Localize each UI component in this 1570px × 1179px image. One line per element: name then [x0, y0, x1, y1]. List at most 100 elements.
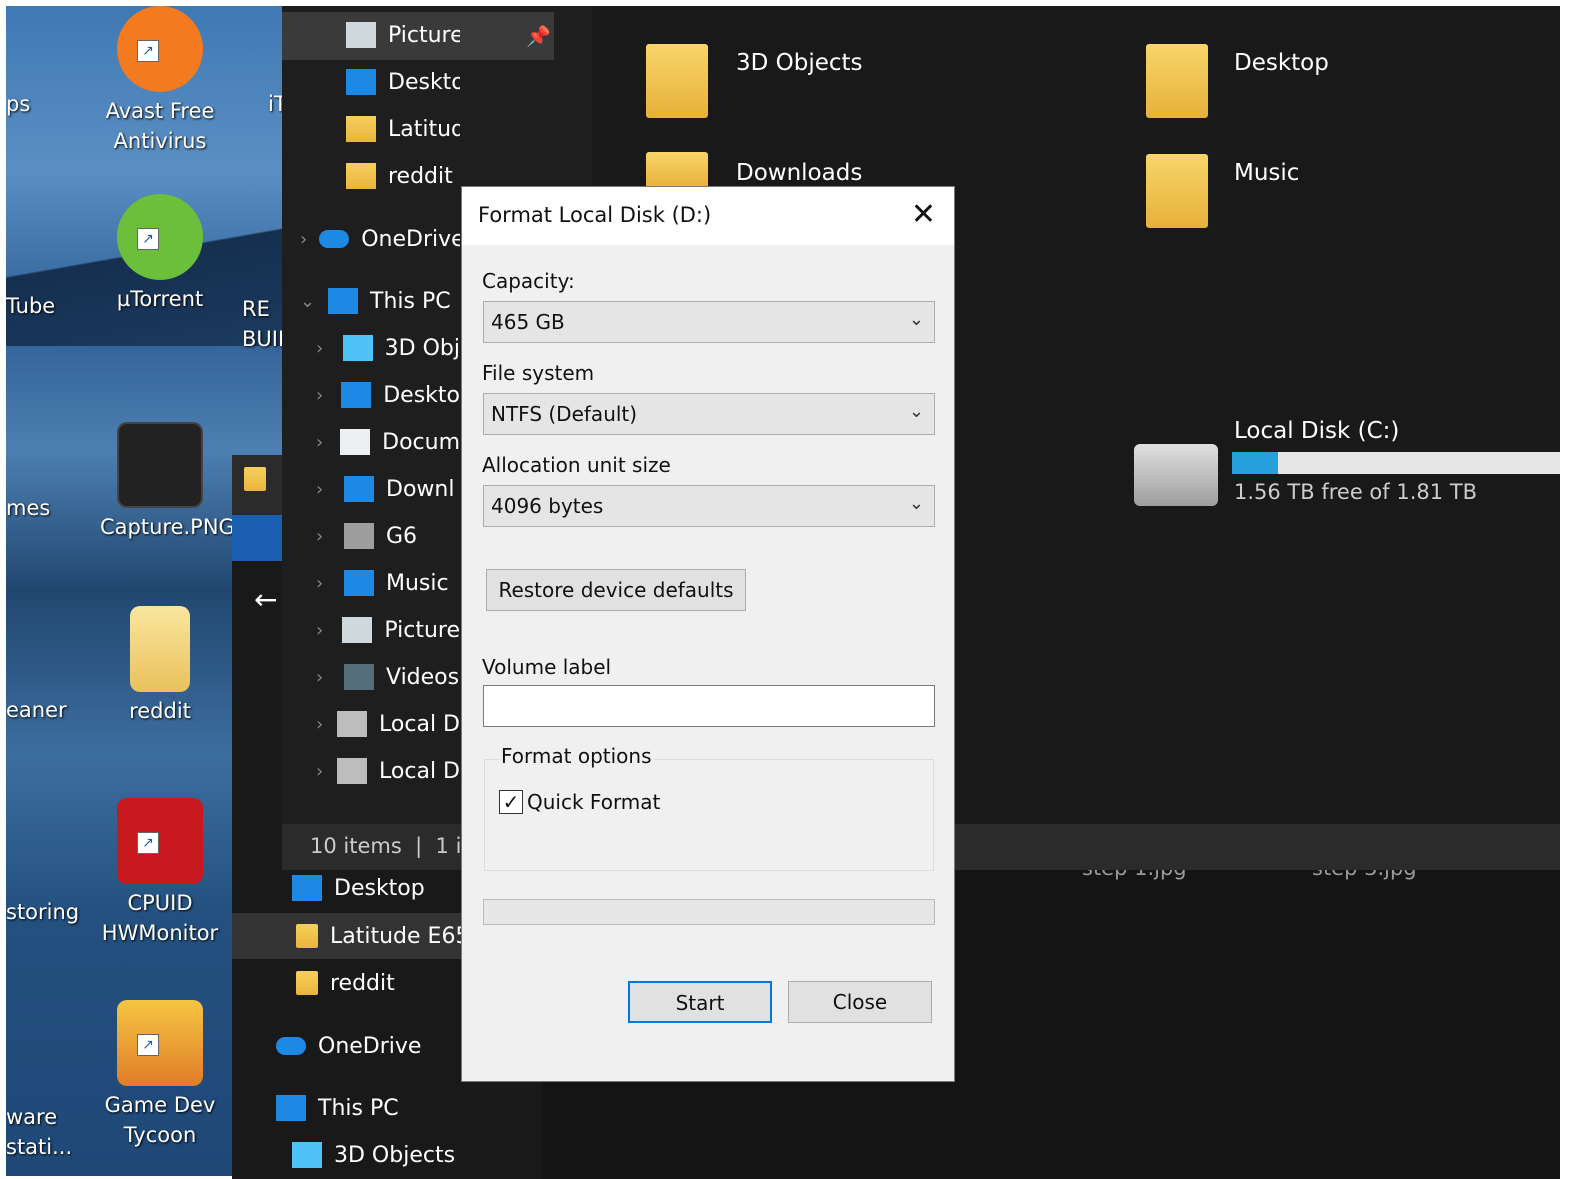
chevron-right-icon[interactable]: › — [316, 432, 328, 453]
dialog-title: Format Local Disk (D:) — [478, 203, 712, 227]
cube-icon — [342, 335, 373, 361]
desktop-folder-icon[interactable] — [1146, 44, 1208, 118]
nav-item[interactable]: › Music — [316, 560, 449, 606]
nav-item[interactable]: › Docum — [316, 419, 460, 465]
chevron-right-icon[interactable]: › — [316, 479, 332, 500]
format-progress-bar — [483, 899, 935, 925]
desktop-icon-label: reddit — [129, 699, 191, 723]
file-system-select[interactable]: NTFS (Default) ⌄ — [483, 393, 935, 435]
nav-item-onedrive[interactable]: OneDrive — [276, 1023, 421, 1069]
nav-item-desktop[interactable]: Desktop — [292, 865, 425, 911]
nav-item-label: Music — [386, 570, 449, 596]
nav-item[interactable]: › Picture — [316, 607, 460, 653]
desktop-icon-gamedev[interactable]: ↗ Game Dev Tycoon — [100, 1000, 220, 1150]
nav-item[interactable]: › Downl — [316, 466, 454, 512]
chevron-right-icon[interactable]: › — [316, 385, 329, 406]
utorrent-icon: ↗ — [117, 194, 203, 280]
close-icon[interactable]: ✕ — [911, 197, 936, 232]
chevron-right-icon[interactable]: › — [316, 761, 325, 782]
nav-item-label: Deskto — [383, 382, 460, 408]
capacity-value: 465 GB — [491, 310, 565, 334]
chevron-down-icon[interactable]: ⌄ — [300, 291, 316, 312]
nav-item-reddit[interactable]: reddit — [296, 960, 395, 1006]
nav-item-label: Desktop — [388, 69, 460, 95]
phone-icon — [344, 523, 374, 549]
volume-label-label: Volume label — [482, 655, 612, 679]
volume-label-input[interactable] — [483, 685, 935, 727]
nav-item-label: Local D — [379, 758, 460, 784]
chevron-right-icon[interactable]: › — [316, 338, 331, 359]
desktop-icon-reddit[interactable]: reddit — [100, 606, 220, 726]
nav-item-this-pc[interactable]: This PC — [276, 1085, 399, 1131]
nav-item[interactable]: Latitude E6530 H — [346, 106, 460, 152]
nav-item[interactable]: › OneDrive — [300, 216, 460, 262]
nav-item[interactable]: reddit — [346, 153, 453, 199]
desktop-icon-label: µTorrent — [116, 287, 204, 311]
folder-label-music[interactable]: Music — [1234, 160, 1299, 186]
file-system-value: NTFS (Default) — [491, 402, 638, 426]
desktop-icon-capture[interactable]: Capture.PNG — [100, 422, 235, 542]
chevron-right-icon[interactable]: › — [316, 667, 332, 688]
start-button[interactable]: Start — [628, 981, 772, 1023]
folder-icon — [346, 163, 376, 189]
music-folder-icon[interactable] — [1146, 154, 1208, 228]
quick-format-checkbox[interactable]: ✓ Quick Format — [499, 790, 660, 814]
folder-label-desktop[interactable]: Desktop — [1234, 50, 1329, 76]
cube-icon — [292, 1142, 322, 1168]
folder-label-downloads[interactable]: Downloads — [736, 160, 862, 186]
chevron-right-icon[interactable]: › — [300, 229, 307, 250]
nav-item[interactable]: › G6 — [316, 513, 417, 559]
desktop-icon-label: Capture.PNG — [100, 515, 235, 539]
nav-item[interactable]: › Local D — [316, 748, 460, 794]
download-folder-icon[interactable] — [646, 152, 708, 188]
folder-icon — [346, 116, 376, 142]
nav-item-label: reddit — [330, 970, 395, 996]
capacity-label: Capacity: — [482, 269, 575, 293]
shortcut-arrow-icon: ↗ — [137, 228, 159, 250]
nav-item-label: Local D — [379, 711, 460, 737]
nav-item-label: G6 — [386, 523, 418, 549]
nav-item[interactable]: Desktop — [346, 59, 460, 105]
nav-item[interactable]: ⌄ This PC — [300, 278, 451, 324]
nav-item-label: Picture — [384, 617, 460, 643]
desktop-icon-label: mes — [6, 496, 51, 520]
drive-name[interactable]: Local Disk (C:) — [1234, 418, 1399, 444]
nav-item-label: Desktop — [334, 875, 425, 901]
nav-item[interactable]: › 3D Obj — [316, 325, 460, 371]
quick-format-label: Quick Format — [527, 790, 661, 814]
video-icon — [344, 664, 374, 690]
chevron-right-icon[interactable]: › — [316, 620, 330, 641]
cloud-icon — [319, 230, 350, 248]
nav-item-label: Latitude E65 — [330, 923, 470, 949]
chevron-right-icon[interactable]: › — [316, 714, 325, 735]
chevron-right-icon[interactable]: › — [316, 573, 332, 594]
desktop-icon-avast[interactable]: ↗ Avast Free Antivirus — [100, 6, 220, 156]
pictures-icon — [342, 617, 373, 643]
allocation-unit-select[interactable]: 4096 bytes ⌄ — [483, 485, 935, 527]
nav-item-label: This PC — [370, 288, 451, 314]
desktop-icon-label: eaner — [6, 698, 67, 722]
nav-item-label: 3D Obj — [384, 335, 460, 361]
cube-folder-icon[interactable] — [646, 44, 708, 118]
nav-item[interactable]: › Local D — [316, 701, 460, 747]
desktop-icon-hwmonitor[interactable]: ↗ CPUID HWMonitor — [100, 798, 220, 948]
folder-icon — [296, 924, 318, 948]
close-button[interactable]: Close — [788, 981, 932, 1023]
desktop-icon — [346, 69, 376, 95]
shortcut-arrow-icon: ↗ — [137, 1034, 159, 1056]
nav-item[interactable]: Pictures — [346, 12, 460, 58]
back-arrow-icon[interactable]: ← — [254, 583, 277, 616]
folder-label-3d-objects[interactable]: 3D Objects — [736, 50, 863, 76]
allocation-unit-value: 4096 bytes — [491, 494, 604, 518]
restore-defaults-button[interactable]: Restore device defaults — [486, 569, 746, 611]
desktop-icon-utorrent[interactable]: ↗ µTorrent — [100, 194, 220, 314]
nav-item-3d-objects[interactable]: 3D Objects — [292, 1132, 455, 1178]
document-icon — [340, 429, 371, 455]
nav-item[interactable]: › Deskto — [316, 372, 460, 418]
capacity-select[interactable]: 465 GB ⌄ — [483, 301, 935, 343]
chevron-right-icon[interactable]: › — [316, 526, 332, 547]
drive-free-space: 1.56 TB free of 1.81 TB — [1234, 480, 1478, 504]
drive-icon[interactable] — [1134, 444, 1218, 506]
nav-item[interactable]: › Videos — [316, 654, 459, 700]
chevron-down-icon: ⌄ — [908, 493, 924, 514]
